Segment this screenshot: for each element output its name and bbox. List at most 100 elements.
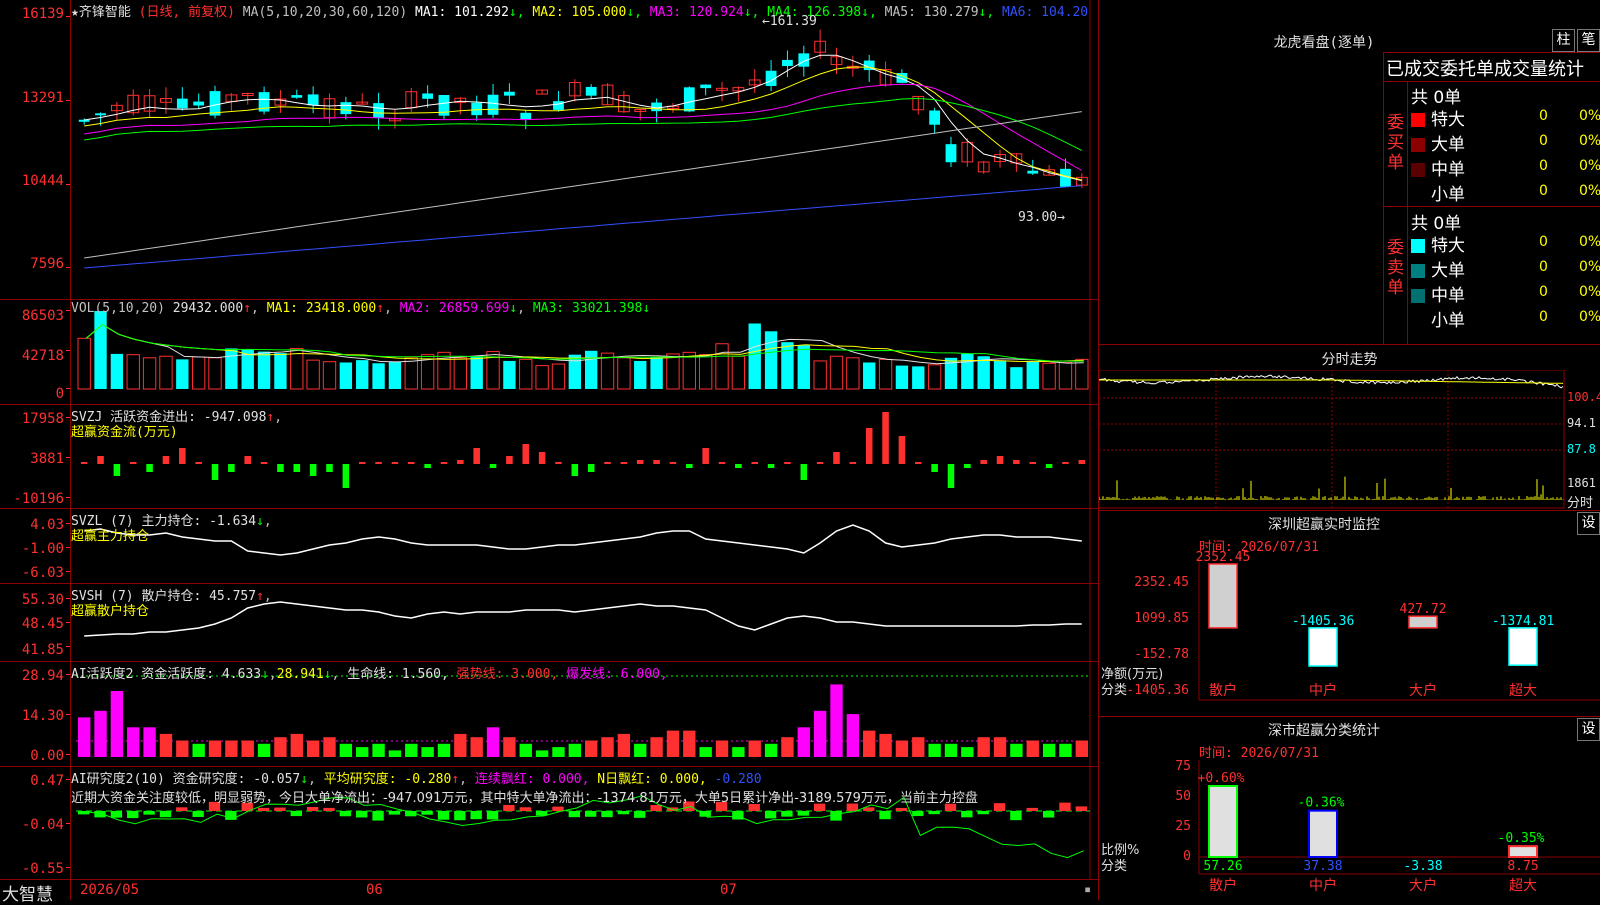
svsh-pane[interactable]: SVSH (7) 散户持仓: 45.757↑, 超赢散户持仓 55.30 48.… [0,584,1098,662]
order-stats-title: 已成交委托单成交量统计 [1386,59,1584,80]
fund-flow-bar [408,462,415,464]
fund-flow-bar [113,464,121,476]
sell-order-label: 委卖单 [1387,238,1404,298]
svzj-y-label-3: -10196 [13,491,64,507]
activity-bar [846,714,860,757]
price-mode: (日线, 前复权) [138,5,235,20]
volume-bar [764,331,778,389]
candle-body [291,95,303,98]
activity-bar [879,733,892,757]
volume-bar [470,356,483,389]
volume-bar [731,355,746,390]
ma-label: MA(5,10,20,30,60,120) [242,5,408,20]
ai2-y-label-3: -0.55 [21,861,64,877]
intraday-price-line [1099,374,1564,389]
buy-row-4: 小单 0 0% [1411,180,1600,205]
activity-bar [977,737,990,757]
ai-activity-pane[interactable]: AI活跃度2 资金活跃度: 4.633↓,28.941↓, 生命线: 1.560… [0,662,1098,767]
fund-flow-bar [457,460,464,464]
fund-flow-bar [195,462,202,464]
ai1-life: 生命线: 1.560, [347,667,449,682]
volume-bar [698,354,713,390]
research-bar [388,811,401,815]
volume-legend: VOL(5,10,20) 29432.000↑, MA1: 23418.000↑… [71,301,651,316]
vol-y-label-3: 0 [55,386,64,402]
ai1-y-label-3: 0.00 [30,748,64,764]
price-pane[interactable]: ★齐锋智能 (日线, 前复权) MA(5,10,20,30,60,120) MA… [0,0,1098,300]
fund-flow-bar [1013,460,1020,464]
fund-flow-bar [571,464,579,476]
vol-value: 29432.000 [172,301,244,316]
research-bar [1042,811,1055,818]
candle-body [307,94,319,106]
intraday-chart[interactable] [1099,370,1600,510]
fund-flow-bar [653,460,660,464]
ai-research-pane[interactable]: AI研究度2(10) 资金研究度: -0.057↓, 平均研究度: -0.280… [0,767,1098,880]
buy-pct-4: 0% [1579,183,1600,199]
sell-name-2: 大单 [1431,261,1465,281]
tick-view-button[interactable]: 笔 [1577,29,1600,52]
sm-bar-散户 [1208,784,1238,859]
fund-flow-bar [162,456,170,464]
buy-row-3: 中单 0 0% [1411,155,1600,180]
vol-header: VOL(5,10,20) [71,301,165,316]
volume-bar [339,362,353,389]
candle-body [422,93,434,99]
volume-bar [993,360,1007,389]
sell-count-3: 0 [1539,284,1548,300]
sm-settings-button[interactable]: 设 [1577,718,1600,741]
activity-bar [699,747,712,757]
volume-bar [176,359,189,389]
volume-bar [666,353,680,390]
research-bar [470,811,482,820]
buy-pct-3: 0% [1579,158,1600,174]
intraday-label-3: 87.8 [1567,442,1596,456]
sm-value-label: -3.38 [1403,859,1442,874]
volume-bar [404,357,418,390]
volume-bar [568,354,581,389]
candle-body [209,91,221,116]
sz-y-label: -152.78 [1134,647,1189,662]
sz-y-label: 2352.45 [1134,575,1189,590]
volume-bar [912,366,925,389]
sz-cat-label: 散户 [1209,682,1237,699]
research-bar [421,811,433,815]
volume-bar [813,360,827,390]
volume-bar [225,348,238,389]
sz-bar-超大 [1508,627,1538,666]
price-chart[interactable] [0,0,1098,299]
volume-bar [977,356,990,389]
ai2-nday: N日飘红: 0.000, [597,772,707,787]
sell-row-3: 中单 0 0% [1411,281,1600,306]
column-view-button[interactable]: 柱 [1552,29,1575,52]
buy-count-3: 0 [1539,158,1548,174]
activity-bar [323,737,336,757]
fund-flow-bar [326,464,333,472]
lock-icon[interactable]: ▪ [1084,882,1091,896]
activity-bar [813,710,827,757]
activity-bar [617,733,631,757]
candle-body [95,113,106,116]
svzj-pane[interactable]: SVZJ 活跃资金进出: -947.098↑, 超赢资金流(万元) 17958 … [0,405,1098,509]
activity-bar [895,740,909,757]
volume-bar [77,337,91,390]
activity-bar [1026,740,1039,757]
ai1-burst: 爆发线: 6.000, [566,667,668,682]
activity-bar [421,747,434,757]
volume-pane[interactable]: VOL(5,10,20) 29432.000↑, MA1: 23418.000↑… [0,300,1098,405]
sz-bar-中户 [1308,627,1338,667]
sell-pct-4: 0% [1579,309,1600,325]
activity-bar [225,740,238,757]
activity-bar [405,743,418,757]
vol-ma1: MA1: 23418.000 [266,301,377,316]
sell-name-3: 中单 [1431,286,1465,306]
fund-flow-bar [686,464,693,468]
activity-bar [683,730,696,757]
svzl-pane[interactable]: SVZL (7) 主力持仓: -1.634↓, 超赢主力持仓 4.03 -1.0… [0,509,1098,584]
candle-body [193,101,205,106]
activity-bar [732,747,745,757]
activity-bar [339,743,353,757]
activity-bar [944,743,958,757]
fund-flow-bar [391,462,399,464]
sz-settings-button[interactable]: 设 [1577,512,1600,535]
